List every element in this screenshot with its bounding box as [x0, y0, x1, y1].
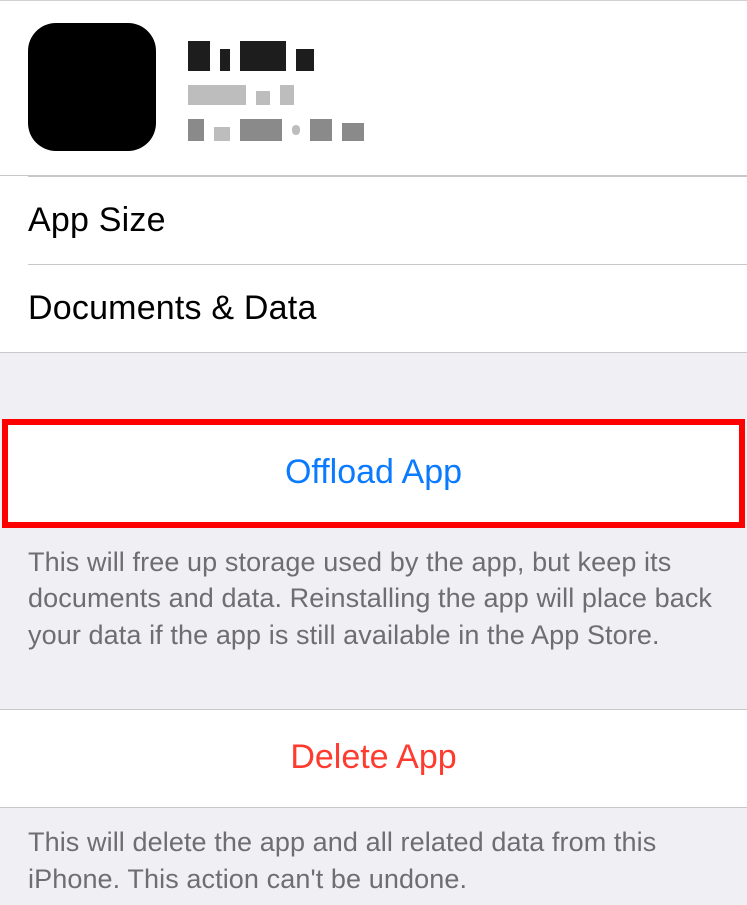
offload-app-button[interactable]: Offload App [8, 425, 739, 522]
app-size-row[interactable]: App Size [0, 177, 747, 264]
offload-description: This will free up storage used by the ap… [0, 528, 747, 661]
app-version-redacted [188, 85, 719, 105]
storage-rows: App Size Documents & Data [0, 175, 747, 353]
app-size-label: App Size [28, 201, 166, 239]
app-name-redacted [188, 41, 719, 71]
app-header [0, 0, 747, 175]
app-icon [28, 23, 156, 151]
documents-data-label: Documents & Data [28, 289, 317, 327]
section-gap-2 [0, 661, 747, 709]
offload-highlight: Offload App [2, 419, 745, 528]
delete-app-button[interactable]: Delete App [0, 709, 747, 808]
section-gap [0, 353, 747, 419]
delete-description: This will delete the app and all related… [0, 808, 747, 905]
documents-data-row[interactable]: Documents & Data [0, 265, 747, 352]
offload-app-label: Offload App [285, 453, 462, 491]
delete-app-label: Delete App [290, 738, 456, 776]
app-meta [188, 33, 719, 141]
app-vendor-redacted [188, 119, 719, 141]
